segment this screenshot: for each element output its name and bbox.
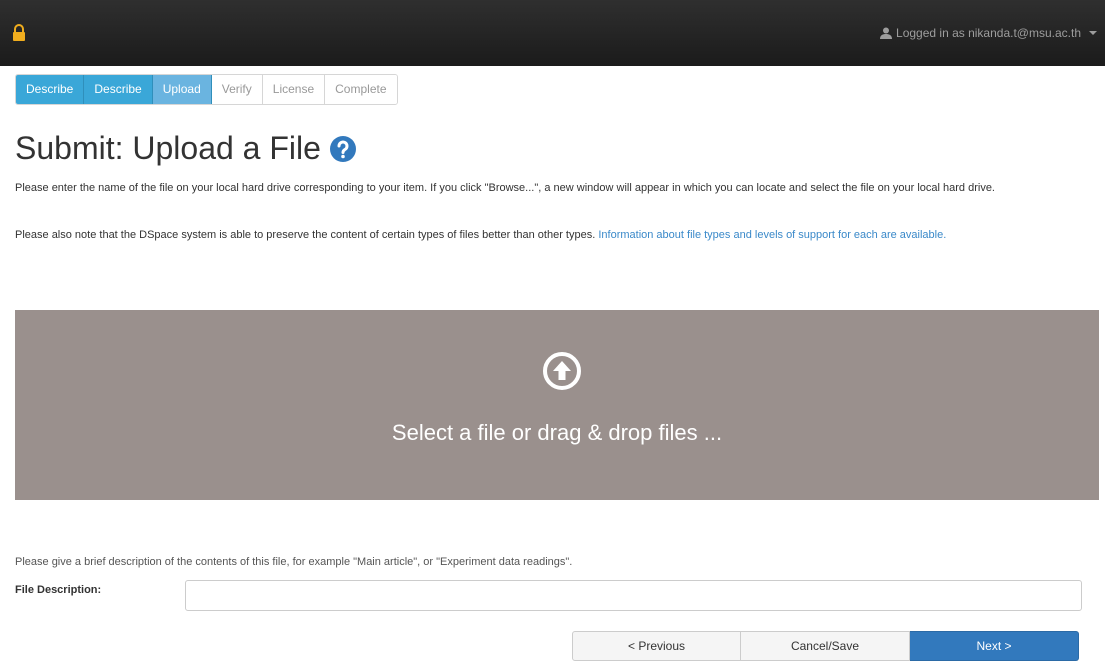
page-title: Submit: Upload a File xyxy=(15,130,357,167)
step-describe-1[interactable]: Describe xyxy=(16,75,85,104)
submission-steps: Describe Describe Upload Verify License … xyxy=(15,74,398,105)
dropzone-label: Select a file or drag & drop files ... xyxy=(391,420,723,445)
file-description-input[interactable] xyxy=(185,580,1082,611)
file-dropzone[interactable]: Select a file or drag & drop files ... xyxy=(15,310,1099,500)
step-describe-2[interactable]: Describe xyxy=(84,75,153,104)
user-menu-label: Logged in as nikanda.t@msu.ac.th xyxy=(896,26,1081,40)
step-verify: Verify xyxy=(211,75,263,104)
upload-arrow-circle-icon xyxy=(543,352,581,390)
intro-text: Please enter the name of the file on you… xyxy=(15,182,995,194)
file-types-info-link[interactable]: Information about file types and levels … xyxy=(598,229,946,241)
file-support-note: Please also note that the DSpace system … xyxy=(15,227,1090,244)
chevron-down-icon xyxy=(1089,31,1097,35)
description-help-text: Please give a brief description of the c… xyxy=(15,556,573,568)
page-title-text: Submit: Upload a File xyxy=(15,130,321,166)
top-navbar: Logged in as nikanda.t@msu.ac.th xyxy=(0,0,1105,66)
step-license: License xyxy=(262,75,326,104)
file-support-note-text: Please also note that the DSpace system … xyxy=(15,229,596,241)
file-description-label: File Description: xyxy=(15,584,102,596)
question-circle-icon[interactable] xyxy=(329,135,357,163)
user-menu[interactable]: Logged in as nikanda.t@msu.ac.th xyxy=(880,26,1097,40)
user-icon xyxy=(880,27,893,39)
step-upload[interactable]: Upload xyxy=(152,75,212,104)
lock-icon[interactable] xyxy=(12,24,26,42)
step-complete: Complete xyxy=(325,75,397,104)
